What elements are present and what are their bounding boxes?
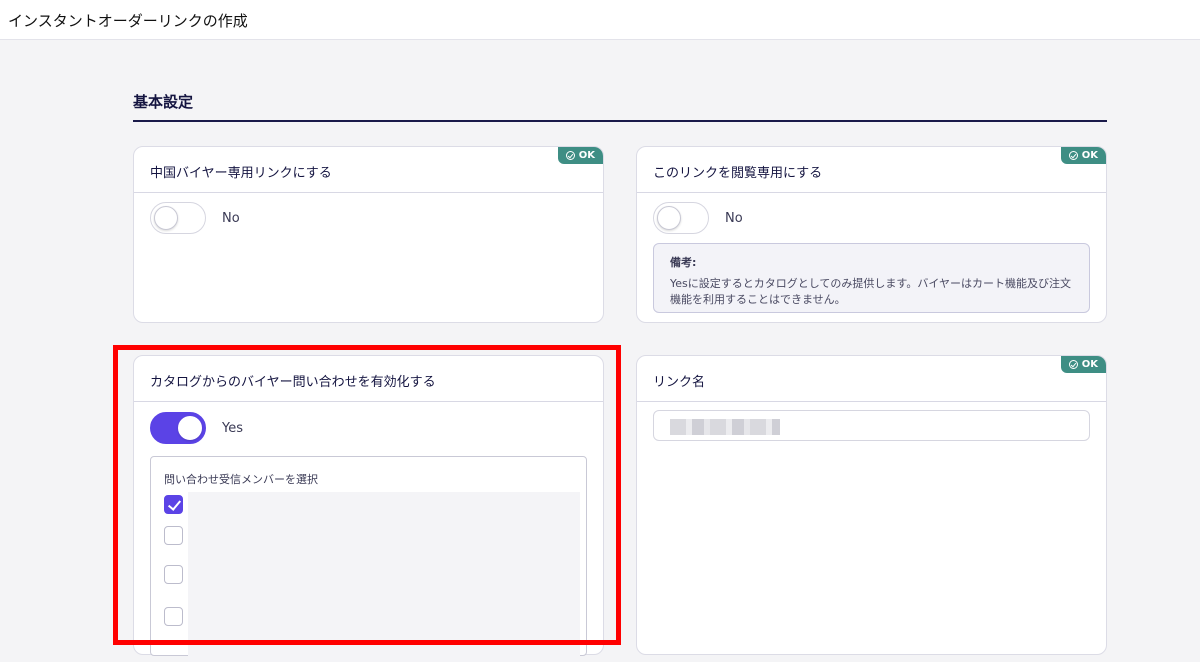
card-link-name: リンク名 OK — [636, 355, 1107, 655]
toggle-knob — [154, 206, 178, 230]
card-label: このリンクを閲覧専用にする — [653, 166, 823, 181]
member-select-title: 問い合わせ受信メンバーを選択 — [164, 473, 318, 486]
ok-badge-label: OK — [1081, 359, 1098, 370]
toggle-knob — [657, 206, 681, 230]
member-checkbox[interactable] — [164, 607, 183, 626]
member-checkbox[interactable] — [164, 526, 183, 545]
card-label: 中国バイヤー専用リンクにする — [150, 166, 332, 181]
card-label: リンク名 — [653, 375, 706, 390]
member-list — [188, 492, 580, 662]
catalog-inquiry-toggle[interactable] — [150, 412, 206, 444]
ok-badge-label: OK — [578, 150, 595, 161]
ok-badge: OK — [1060, 147, 1106, 164]
link-name-input[interactable] — [653, 410, 1090, 441]
card-header: カタログからのバイヤー問い合わせを有効化する — [134, 356, 603, 402]
toggle-state-label: Yes — [222, 421, 243, 436]
ok-badge: OK — [557, 147, 603, 164]
view-only-toggle[interactable] — [653, 202, 709, 234]
toggle-knob — [178, 416, 202, 440]
card-header: 中国バイヤー専用リンクにする — [134, 147, 603, 193]
member-checkbox[interactable] — [164, 495, 183, 514]
card-label: カタログからのバイヤー問い合わせを有効化する — [150, 375, 436, 390]
check-circle-icon — [1068, 151, 1078, 160]
check-circle-icon — [565, 151, 575, 160]
page-title: インスタントオーダーリンクの作成 — [8, 12, 248, 30]
ok-badge-label: OK — [1081, 150, 1098, 161]
top-bar: インスタントオーダーリンクの作成 — [0, 0, 1200, 40]
check-circle-icon — [1068, 360, 1078, 369]
member-select-box: 問い合わせ受信メンバーを選択 — [150, 456, 587, 662]
note-title: 備考: — [670, 256, 697, 269]
card-header: このリンクを閲覧専用にする — [637, 147, 1106, 193]
section-divider — [133, 120, 1107, 122]
toggle-state-label: No — [725, 211, 743, 226]
card-header: リンク名 — [637, 356, 1106, 402]
card-china-buyer: 中国バイヤー専用リンクにする OK No — [133, 146, 604, 323]
card-view-only: このリンクを閲覧専用にする OK No 備考: Yesに設定するとカタログとして… — [636, 146, 1107, 323]
section-title: 基本設定 — [133, 93, 194, 111]
note-box: 備考: Yesに設定するとカタログとしてのみ提供します。バイヤーはカート機能及び… — [653, 243, 1090, 313]
china-buyer-toggle[interactable] — [150, 202, 206, 234]
member-checkbox[interactable] — [164, 565, 183, 584]
card-catalog-inquiry: カタログからのバイヤー問い合わせを有効化する Yes 問い合わせ受信メンバーを選… — [133, 355, 604, 662]
redacted-value — [670, 419, 780, 435]
note-body: Yesに設定するとカタログとしてのみ提供します。バイヤーはカート機能及び注文機能… — [670, 277, 1071, 306]
toggle-state-label: No — [222, 211, 240, 226]
ok-badge: OK — [1060, 356, 1106, 373]
